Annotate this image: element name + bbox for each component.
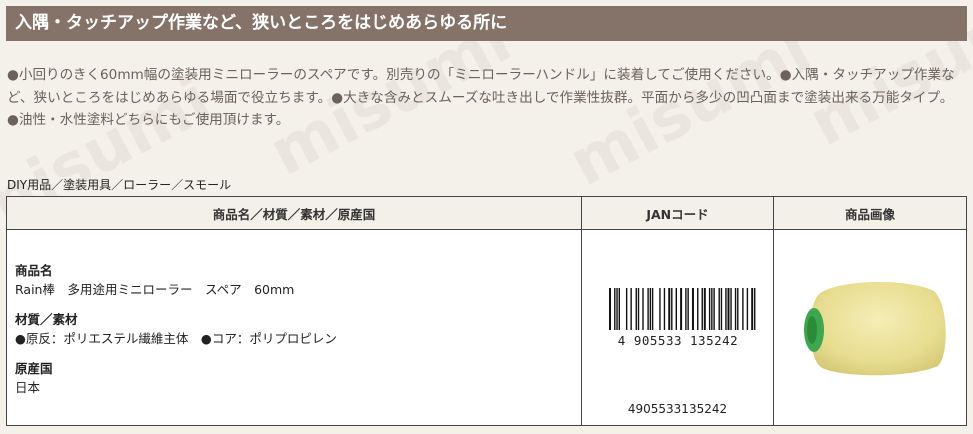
barcode-bar: [685, 288, 687, 330]
barcode-bar: [737, 288, 739, 330]
barcode-bar: [680, 288, 683, 330]
barcode-bar: [659, 288, 661, 330]
barcode-bar: [663, 288, 666, 330]
barcode-bar: [742, 288, 744, 330]
barcode-bar: [625, 288, 628, 330]
barcode-image: 4 905533 135242: [609, 288, 756, 348]
barcode-bar: [703, 288, 706, 330]
column-header-jan: JANコード: [581, 196, 774, 230]
barcode-bar: [642, 288, 644, 330]
barcode-bar: [614, 288, 616, 330]
roller-image[interactable]: [792, 274, 952, 384]
jan-code: 4905533135242: [627, 402, 728, 416]
origin-label: 原産国: [15, 361, 53, 376]
product-description: ●小回りのきく60mm幅の塗装用ミニローラーのスペアです。別売りの「ミニローラー…: [7, 67, 955, 128]
product-image-cell: [773, 229, 967, 426]
barcode-bar: [671, 288, 673, 330]
barcode-bar: [691, 288, 694, 330]
barcode-bar: [618, 288, 620, 330]
jan-cell: 4 905533 135242 4905533135242: [581, 229, 774, 426]
table-row: 商品名 Rain棒 多用途用ミニローラー スペア 60mm 材質／素材 ●原反：…: [6, 229, 967, 426]
barcode-bar: [616, 288, 618, 330]
barcode-bar: [734, 288, 737, 330]
roller-core-hole: [807, 316, 817, 344]
barcode-bar: [651, 288, 654, 330]
barcode-bar: [725, 288, 727, 330]
barcode-bar: [637, 288, 640, 330]
barcode-bar: [649, 288, 652, 330]
barcode-bar: [609, 288, 611, 330]
barcode-bars: [609, 288, 756, 330]
table-header-row: 商品名／材質／素材／原産国 JANコード 商品画像: [6, 196, 967, 230]
barcode-bar: [720, 288, 723, 330]
barcode-bar: [751, 288, 754, 330]
barcode-bar: [718, 288, 720, 330]
product-name: Rain棒 多用途用ミニローラー スペア 60mm: [15, 282, 295, 297]
barcode-bar: [701, 288, 703, 330]
barcode-bar: [754, 288, 756, 330]
product-info-cell: 商品名 Rain棒 多用途用ミニローラー スペア 60mm 材質／素材 ●原反：…: [6, 229, 582, 426]
barcode-bar: [635, 288, 637, 330]
barcode-bar: [708, 288, 711, 330]
barcode-bar: [713, 288, 715, 330]
barcode-bar: [711, 288, 713, 330]
barcode-bar: [668, 288, 671, 330]
barcode-bar: [746, 288, 749, 330]
section-banner: 入隅・タッチアップ作業など、狭いところをはじめあらゆる所に: [6, 6, 967, 41]
barcode-bar: [697, 288, 699, 330]
barcode-bar: [630, 288, 632, 330]
origin-value: 日本: [15, 380, 41, 395]
column-header-image: 商品画像: [773, 196, 967, 230]
barcode-digits: 4 905533 135242: [618, 333, 738, 348]
material-value: ●原反：ポリエステル繊維主体 ●コア：ポリプロピレン: [15, 331, 337, 346]
barcode-bar: [687, 288, 689, 330]
breadcrumb[interactable]: DIY用品／塗装用具／ローラー／スモール: [7, 176, 231, 193]
barcode-bar: [727, 288, 730, 330]
spec-table: 商品名／材質／素材／原産国 JANコード 商品画像 商品名 Rain棒 多用途用…: [6, 196, 967, 426]
column-header-product: 商品名／材質／素材／原産国: [6, 196, 582, 230]
product-name-label: 商品名: [15, 263, 53, 278]
barcode-bar: [675, 288, 677, 330]
roller-nap: [810, 281, 946, 376]
barcode-bar: [730, 288, 732, 330]
barcode-bar: [647, 288, 649, 330]
material-label: 材質／素材: [15, 312, 78, 327]
